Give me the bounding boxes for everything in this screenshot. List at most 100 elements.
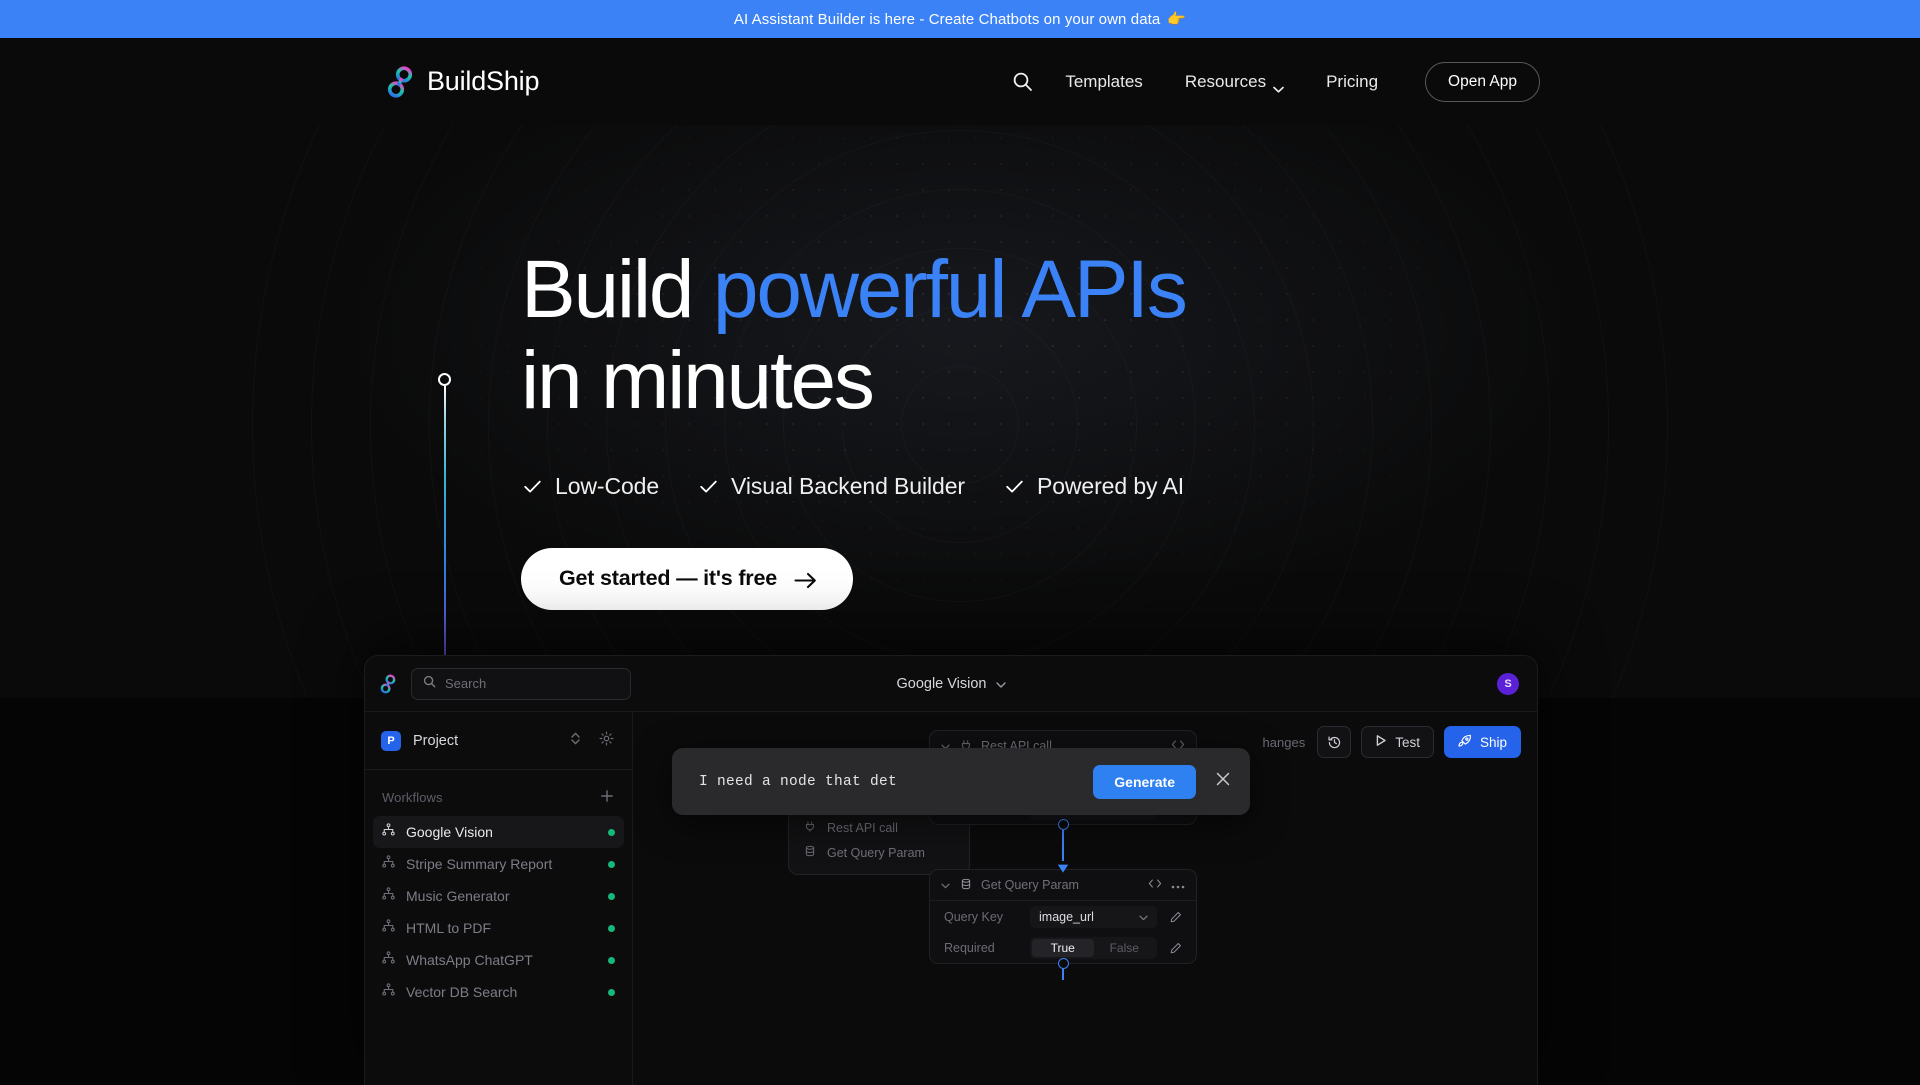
required-toggle[interactable]: True False bbox=[1030, 937, 1157, 959]
nav-item-resources[interactable]: Resources bbox=[1164, 62, 1305, 102]
status-badge bbox=[608, 861, 615, 868]
chevron-down-icon[interactable] bbox=[941, 878, 950, 892]
chevron-down-icon bbox=[1139, 910, 1148, 924]
nav-item-label: Pricing bbox=[1326, 72, 1378, 92]
feature-label: Low-Code bbox=[555, 473, 659, 500]
sidebar-item-label: Vector DB Search bbox=[406, 984, 517, 1000]
toggle-option-true[interactable]: True bbox=[1032, 939, 1094, 957]
app-topbar: Google Vision S bbox=[365, 656, 1537, 712]
sidebar-item-label: WhatsApp ChatGPT bbox=[406, 952, 533, 968]
project-badge: P bbox=[381, 731, 401, 751]
headline-part-1: Build bbox=[521, 244, 713, 335]
toggle-option-false[interactable]: False bbox=[1094, 939, 1156, 957]
database-icon bbox=[804, 845, 816, 860]
nav-links: Templates Resources Pricing Open App bbox=[1000, 60, 1540, 104]
feature-item-powered-by-ai: Powered by AI bbox=[1005, 473, 1184, 500]
add-workflow-button[interactable] bbox=[600, 789, 614, 806]
more-options-icon[interactable] bbox=[1171, 878, 1185, 892]
sidebar-item-label: HTML to PDF bbox=[406, 920, 491, 936]
headline-accent: powerful APIs bbox=[713, 244, 1186, 335]
status-badge bbox=[608, 957, 615, 964]
connector-port-icon[interactable] bbox=[1058, 819, 1069, 830]
sidebar-item-whatsapp-chatgpt[interactable]: WhatsApp ChatGPT bbox=[373, 944, 624, 976]
node-title: Get Query Param bbox=[981, 878, 1079, 892]
ship-label: Ship bbox=[1480, 735, 1507, 750]
project-name: Project bbox=[413, 733, 458, 749]
connector-line bbox=[1062, 830, 1064, 861]
app-sidebar: P Project Workflows bbox=[365, 712, 633, 1085]
edit-pencil-icon[interactable] bbox=[1165, 942, 1187, 954]
get-started-label: Get started — it's free bbox=[559, 566, 777, 591]
canvas-toolbar: hanges Test bbox=[1263, 726, 1521, 758]
search-input[interactable] bbox=[445, 676, 619, 691]
workflow-title-label: Google Vision bbox=[896, 676, 986, 692]
generate-button[interactable]: Generate bbox=[1093, 765, 1196, 799]
main-navigation: BuildShip Templates Resources Pricing Op… bbox=[0, 38, 1920, 125]
arrow-down-icon bbox=[1057, 860, 1069, 869]
rocket-icon bbox=[1458, 734, 1472, 751]
buildship-logo-icon bbox=[379, 674, 397, 694]
status-badge bbox=[608, 925, 615, 932]
open-app-button[interactable]: Open App bbox=[1425, 62, 1540, 102]
nav-item-pricing[interactable]: Pricing bbox=[1305, 62, 1399, 102]
chevron-up-down-icon[interactable] bbox=[570, 731, 581, 751]
close-icon[interactable] bbox=[1214, 770, 1232, 793]
ship-button[interactable]: Ship bbox=[1444, 726, 1521, 758]
chevron-down-icon bbox=[996, 676, 1006, 692]
pointing-hand-icon: 👉 bbox=[1167, 10, 1186, 28]
check-icon bbox=[523, 477, 542, 496]
node-header[interactable]: Get Query Param bbox=[930, 870, 1196, 901]
workflow-icon bbox=[382, 919, 395, 937]
sidebar-item-label: Google Vision bbox=[406, 824, 493, 840]
field-label: Required bbox=[944, 941, 1022, 955]
avatar[interactable]: S bbox=[1497, 673, 1519, 695]
test-label: Test bbox=[1395, 735, 1420, 750]
database-icon bbox=[960, 878, 972, 893]
sidebar-item-label: Stripe Summary Report bbox=[406, 856, 552, 872]
arrow-right-icon bbox=[794, 570, 817, 587]
field-label: Query Key bbox=[944, 910, 1022, 924]
connector-port-icon[interactable] bbox=[1058, 958, 1069, 969]
brand-logo-link[interactable]: BuildShip bbox=[385, 66, 539, 98]
status-badge bbox=[608, 893, 615, 900]
feature-item-visual-backend-builder: Visual Backend Builder bbox=[699, 473, 965, 500]
project-selector[interactable]: P Project bbox=[365, 712, 632, 770]
query-key-select[interactable]: image_url bbox=[1030, 906, 1157, 928]
headline-line-2: in minutes bbox=[521, 341, 1920, 421]
ai-prompt-input[interactable]: I need a node that det bbox=[699, 774, 897, 790]
sidebar-item-stripe-summary-report[interactable]: Stripe Summary Report bbox=[373, 848, 624, 880]
gear-icon[interactable] bbox=[599, 731, 614, 751]
check-icon bbox=[1005, 477, 1024, 496]
sidebar-item-html-to-pdf[interactable]: HTML to PDF bbox=[373, 912, 624, 944]
chevron-down-icon bbox=[1273, 78, 1284, 85]
sidebar-item-google-vision[interactable]: Google Vision bbox=[373, 816, 624, 848]
code-icon[interactable] bbox=[1148, 878, 1162, 892]
sidebar-item-music-generator[interactable]: Music Generator bbox=[373, 880, 624, 912]
play-icon bbox=[1375, 734, 1387, 750]
hero-content: Build powerful APIs in minutes Low-Code … bbox=[0, 125, 1920, 610]
edit-pencil-icon[interactable] bbox=[1165, 911, 1187, 923]
sidebar-item-vector-db-search[interactable]: Vector DB Search bbox=[373, 976, 624, 1008]
page-title: Build powerful APIs in minutes bbox=[521, 250, 1920, 422]
app-search-box[interactable] bbox=[411, 668, 631, 700]
feature-label: Visual Backend Builder bbox=[731, 473, 965, 500]
node-get-query-param[interactable]: Get Query Param Query Key bbox=[929, 869, 1197, 964]
ai-prompt-bar[interactable]: I need a node that det Generate bbox=[672, 748, 1250, 815]
check-icon bbox=[699, 477, 718, 496]
history-icon[interactable] bbox=[1317, 726, 1351, 758]
brand-name: BuildShip bbox=[427, 66, 539, 97]
workflows-label: Workflows bbox=[382, 790, 443, 805]
get-started-button[interactable]: Get started — it's free bbox=[521, 548, 853, 610]
nav-item-label: Resources bbox=[1185, 72, 1266, 92]
workflow-title-dropdown[interactable]: Google Vision bbox=[896, 676, 1005, 692]
nav-item-templates[interactable]: Templates bbox=[1044, 62, 1163, 102]
node-field-query-key: Query Key image_url bbox=[930, 901, 1196, 932]
workflows-section-header: Workflows bbox=[365, 770, 632, 816]
search-icon[interactable] bbox=[1000, 60, 1044, 104]
announcement-banner[interactable]: AI Assistant Builder is here - Create Ch… bbox=[0, 0, 1920, 38]
test-button[interactable]: Test bbox=[1361, 726, 1434, 758]
workflow-icon bbox=[382, 983, 395, 1001]
search-icon bbox=[423, 675, 436, 693]
sidebar-item-label: Music Generator bbox=[406, 888, 509, 904]
workflow-icon bbox=[382, 951, 395, 969]
